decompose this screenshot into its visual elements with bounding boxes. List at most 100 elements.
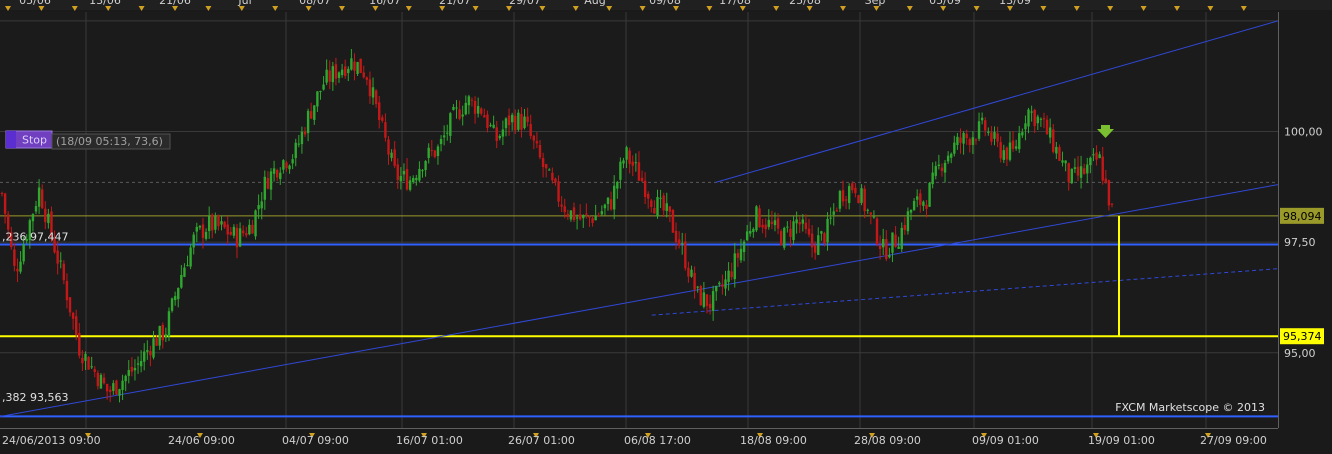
top-date-label: 08/07	[299, 0, 331, 7]
candle-body	[436, 146, 440, 156]
candle-body	[359, 58, 362, 73]
price-tag-label: 95,374	[1283, 330, 1322, 343]
x-tick-label: 16/07 01:00	[396, 434, 463, 447]
candle-body	[749, 230, 752, 234]
candle-body	[857, 195, 860, 204]
candle-body	[953, 142, 956, 154]
candle-body	[789, 228, 792, 237]
stop-detail: (18/09 05:13, 73,6)	[56, 135, 163, 148]
candle-body	[647, 193, 650, 199]
x-tick-label: 09/09 01:00	[972, 434, 1039, 447]
candle-body	[1030, 111, 1033, 113]
candle-body	[155, 338, 158, 346]
candle-body	[334, 64, 338, 79]
candle-body	[881, 238, 885, 248]
candle-body	[1021, 132, 1024, 136]
candle-body	[1089, 157, 1092, 166]
candle-body	[408, 180, 412, 190]
candle-body	[1095, 152, 1098, 160]
candle-body	[1055, 146, 1058, 154]
candle-body	[739, 248, 743, 261]
candle-body	[492, 124, 495, 128]
candle-body	[999, 142, 1002, 159]
candle-body	[752, 228, 755, 233]
candle-body	[838, 190, 842, 209]
candle-body	[529, 124, 532, 137]
candle-body	[708, 303, 712, 309]
candle-body	[195, 226, 198, 232]
candle-body	[637, 162, 641, 181]
candle-body	[319, 90, 322, 92]
candle-body	[820, 231, 823, 234]
candle-body	[677, 239, 681, 246]
y-tick-label: 95,00	[1284, 347, 1316, 360]
candle-body	[551, 172, 554, 181]
candle-body	[1011, 140, 1015, 149]
candle-body	[600, 211, 604, 215]
candle-body	[916, 196, 919, 200]
candle-body	[795, 219, 798, 224]
candle-body	[585, 213, 588, 215]
candle-body	[650, 200, 653, 207]
candle-body	[745, 231, 749, 241]
candle-body	[613, 185, 616, 210]
candle-body	[449, 113, 452, 136]
candle-body	[412, 178, 415, 183]
candle-body	[1064, 160, 1067, 164]
candle-body	[919, 193, 922, 205]
x-tick-label: 04/07 09:00	[282, 434, 349, 447]
candle-body	[405, 169, 409, 190]
y-axis: 100,00 97,50 95,00 98,094 95,374	[1278, 12, 1332, 428]
candle-body	[480, 108, 483, 114]
candle-body	[337, 72, 341, 78]
candle-body	[1058, 147, 1061, 161]
candle-body	[93, 369, 96, 372]
candle-body	[393, 149, 396, 166]
candle-body	[254, 210, 257, 237]
candle-body	[313, 105, 316, 120]
candle-body	[504, 118, 508, 129]
candle-body	[130, 366, 134, 372]
candle-body	[421, 170, 424, 172]
candle-body	[674, 230, 678, 242]
candle-body	[458, 109, 461, 119]
candle-body	[578, 214, 582, 220]
candle-body	[6, 214, 10, 230]
candle-body	[783, 227, 786, 248]
candle-body	[112, 383, 115, 391]
candle-body	[863, 188, 866, 212]
candle-body	[415, 177, 418, 181]
candle-body	[909, 209, 913, 213]
candle-body	[285, 162, 288, 169]
candle-body	[229, 231, 233, 235]
candle-body	[956, 136, 959, 146]
candle-body	[659, 197, 662, 199]
candle-body	[19, 261, 22, 272]
candle-body	[146, 350, 149, 352]
candle-body	[1098, 154, 1101, 159]
candle-body	[328, 70, 331, 82]
candle-body	[220, 221, 223, 225]
candle-body	[1070, 168, 1074, 184]
candle-body	[495, 127, 498, 141]
fib-label-low: ,382 93,563	[2, 391, 68, 404]
candle-body	[894, 234, 897, 248]
candle-body	[294, 142, 297, 159]
candle-body	[668, 206, 672, 212]
stop-box-accent	[6, 131, 16, 148]
plot-area	[0, 12, 1278, 428]
top-date-label: 09/08	[649, 0, 681, 7]
candle-body	[71, 312, 75, 319]
top-date-label: 13/09	[999, 0, 1031, 7]
candle-body	[96, 372, 100, 387]
candle-body	[214, 216, 217, 230]
candle-body	[996, 133, 999, 142]
candle-body	[266, 178, 270, 189]
candle-body	[541, 157, 545, 167]
candle-body	[186, 265, 189, 267]
candle-body	[906, 211, 910, 232]
candle-body	[1067, 163, 1070, 183]
candle-body	[201, 224, 205, 238]
x-tick-label: 06/08 17:00	[624, 434, 691, 447]
candle-body	[309, 111, 313, 119]
